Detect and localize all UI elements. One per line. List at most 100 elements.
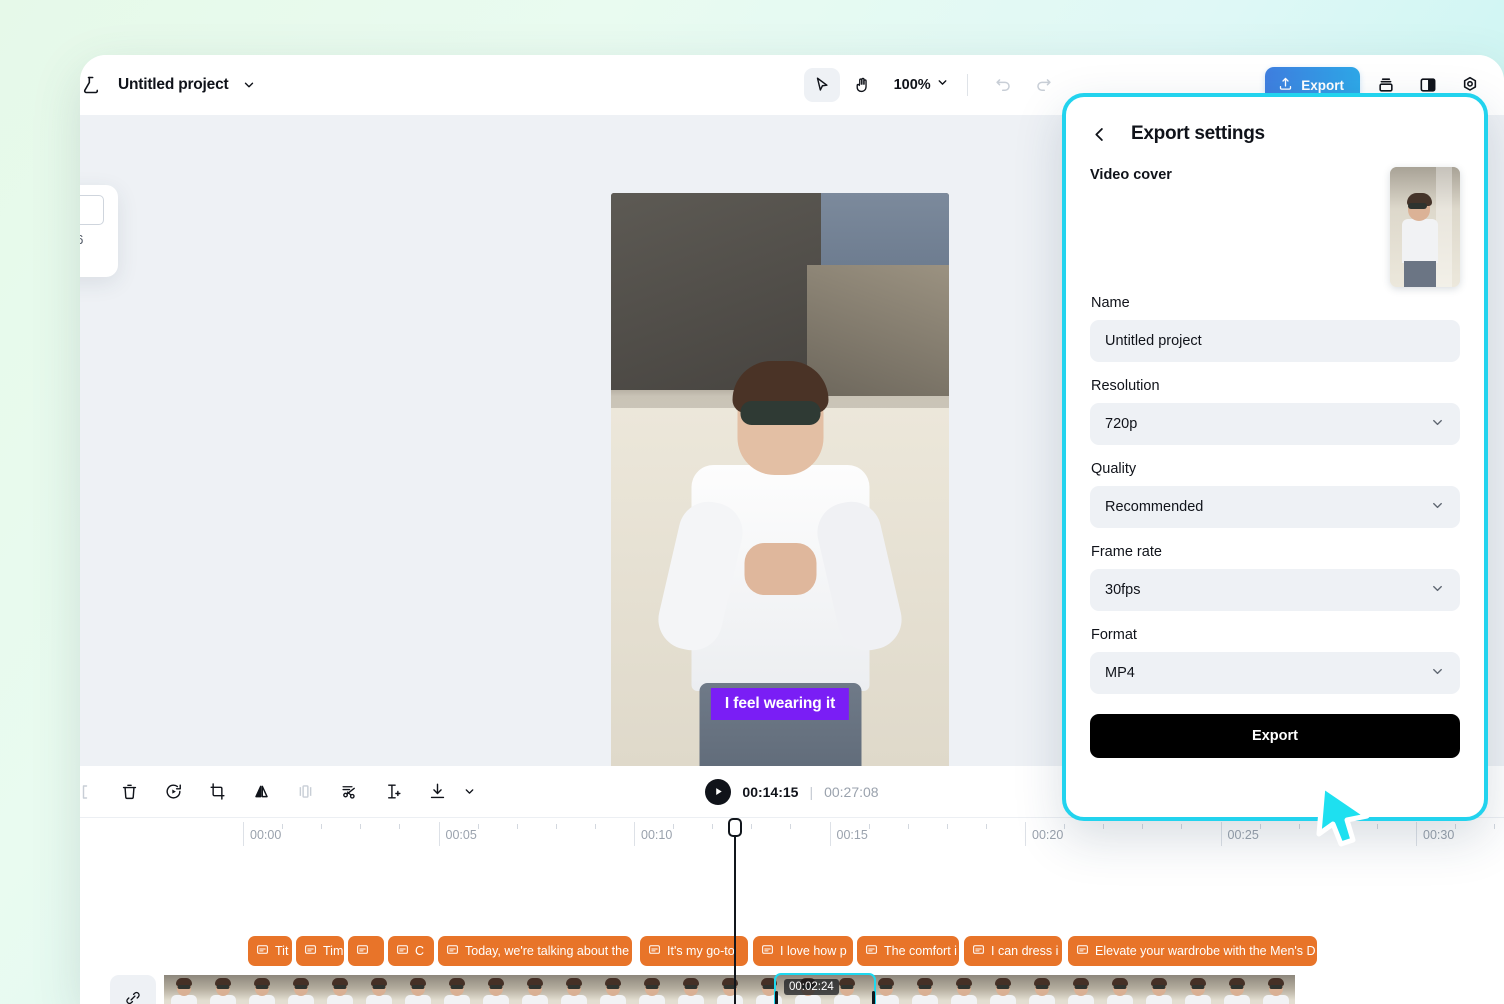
video-thumbnail-frame[interactable]	[476, 975, 515, 1004]
field-value: Untitled project	[1105, 333, 1202, 349]
video-thumbnail-frame[interactable]	[944, 975, 983, 1004]
select-quality[interactable]: Recommended	[1090, 486, 1460, 528]
video-thumbnail-frame[interactable]	[749, 975, 788, 1004]
panel-export-button[interactable]: Export	[1090, 714, 1460, 758]
video-thumbnail-frame[interactable]	[203, 975, 242, 1004]
video-thumbnail-frame[interactable]	[1061, 975, 1100, 1004]
undo-icon[interactable]	[986, 68, 1022, 102]
video-thumbnail-frame[interactable]	[320, 975, 359, 1004]
field-group: Frame rate30fps	[1090, 544, 1460, 611]
text-clip-label: Today, we're talking about the p	[465, 944, 632, 958]
ruler-minor-tick	[399, 824, 400, 829]
ruler-label: 00:05	[446, 828, 477, 842]
tiktok-icon	[80, 253, 118, 274]
timeline-text-track: Tit Tim C Today, we're talking about the p I…	[80, 936, 1504, 966]
video-thumbnail-frame[interactable]	[554, 975, 593, 1004]
text-clip-label: C	[415, 944, 424, 958]
video-thumbnail-frame[interactable]	[398, 975, 437, 1004]
export-panel-title: Export settings	[1131, 123, 1265, 145]
text-clip[interactable]: Tit	[248, 936, 292, 966]
preview-caption[interactable]: I feel wearing it	[711, 688, 849, 720]
caption-icon	[396, 943, 409, 959]
export-button-label: Export	[1301, 78, 1344, 93]
text-clip-label: Tim	[323, 944, 343, 958]
cursor-arrow-icon[interactable]	[804, 68, 840, 102]
video-thumbnail-frame[interactable]	[983, 975, 1022, 1004]
text-clip[interactable]: Elevate your wardrobe with the Men's D	[1068, 936, 1317, 966]
video-thumbnail-frame[interactable]	[632, 975, 671, 1004]
ruler-minor-tick	[751, 824, 752, 829]
video-thumbnail-frame[interactable]	[671, 975, 710, 1004]
video-thumbnail-frame[interactable]	[710, 975, 749, 1004]
chevron-left-icon[interactable]	[1090, 125, 1109, 144]
text-clip[interactable]: I can dress i	[964, 936, 1062, 966]
video-thumbnail-frame[interactable]	[1022, 975, 1061, 1004]
input-name[interactable]: Untitled project	[1090, 320, 1460, 362]
text-clip[interactable]	[348, 936, 384, 966]
chevron-down-icon	[1430, 664, 1445, 683]
ruler-major-tick	[634, 822, 635, 846]
video-thumbnail-frame[interactable]	[281, 975, 320, 1004]
caption-icon	[356, 943, 369, 959]
ruler-minor-tick	[1103, 824, 1104, 829]
text-clip[interactable]: Today, we're talking about the p	[438, 936, 632, 966]
video-thumbnail-frame[interactable]	[359, 975, 398, 1004]
timeline-ruler[interactable]: 00:0000:0500:1000:1500:2000:2500:30	[80, 818, 1504, 860]
video-thumbnail-frame[interactable]	[1256, 975, 1295, 1004]
toolbar-divider	[967, 74, 968, 96]
field-label: Name	[1091, 295, 1460, 311]
zoom-level-control[interactable]: 100%	[894, 76, 949, 94]
chevron-down-icon	[1430, 581, 1445, 600]
playhead[interactable]	[734, 822, 736, 1004]
ruler-major-tick	[1416, 822, 1417, 846]
play-icon[interactable]	[705, 779, 731, 805]
video-cover-thumbnail[interactable]	[1390, 167, 1460, 287]
video-thumbnail-frame[interactable]	[242, 975, 281, 1004]
field-group: Format MP4	[1090, 627, 1460, 694]
link-icon[interactable]	[110, 975, 156, 1004]
current-time: 00:14:15	[742, 784, 798, 800]
text-clip-label: I can dress i	[991, 944, 1058, 958]
select-format[interactable]: MP4	[1090, 652, 1460, 694]
flask-icon[interactable]	[80, 72, 104, 98]
field-label: Format	[1091, 627, 1460, 643]
field-label: Quality	[1091, 461, 1460, 477]
clip-duration-badge: 00:02:24	[784, 979, 839, 995]
caption-icon	[304, 943, 317, 959]
video-thumbnail-frame[interactable]	[1100, 975, 1139, 1004]
text-clip[interactable]: Tim	[296, 936, 344, 966]
ruler-minor-tick	[1299, 824, 1300, 829]
text-clip[interactable]: I love how p	[753, 936, 853, 966]
ruler-minor-tick	[1377, 824, 1378, 829]
video-thumbnail-frame[interactable]	[593, 975, 632, 1004]
redo-icon[interactable]	[1026, 68, 1062, 102]
ruler-major-tick	[439, 822, 440, 846]
video-thumbnail-frame[interactable]	[1217, 975, 1256, 1004]
video-thumbnail-frame[interactable]	[1139, 975, 1178, 1004]
hand-icon[interactable]	[844, 68, 880, 102]
select-resolution[interactable]: 720p	[1090, 403, 1460, 445]
video-thumbnail-strip[interactable]	[164, 975, 1295, 1004]
media-side-card[interactable]: :16	[80, 185, 118, 277]
field-value: Recommended	[1105, 499, 1203, 515]
playhead-knob[interactable]	[728, 818, 742, 837]
video-thumbnail-frame[interactable]	[164, 975, 203, 1004]
zoom-level-value: 100%	[894, 77, 931, 93]
text-clip-label: Tit	[275, 944, 288, 958]
video-thumbnail-frame[interactable]	[1178, 975, 1217, 1004]
field-label: Resolution	[1091, 378, 1460, 394]
video-preview[interactable]: I feel wearing it	[611, 193, 949, 791]
text-clip[interactable]: C	[388, 936, 434, 966]
video-thumbnail-frame[interactable]	[905, 975, 944, 1004]
text-clip[interactable]: It's my go-to	[640, 936, 748, 966]
video-thumbnail-frame[interactable]	[515, 975, 554, 1004]
video-thumbnail-frame[interactable]	[866, 975, 905, 1004]
ruler-major-tick	[243, 822, 244, 846]
select-frame-rate[interactable]: 30fps	[1090, 569, 1460, 611]
timeline-video-track: 00:02:24	[80, 975, 1504, 1004]
chevron-down-icon[interactable]	[242, 78, 256, 92]
field-group: Resolution 720p	[1090, 378, 1460, 445]
text-clip-label: I love how p	[780, 944, 847, 958]
text-clip[interactable]: The comfort i	[857, 936, 959, 966]
video-thumbnail-frame[interactable]	[437, 975, 476, 1004]
